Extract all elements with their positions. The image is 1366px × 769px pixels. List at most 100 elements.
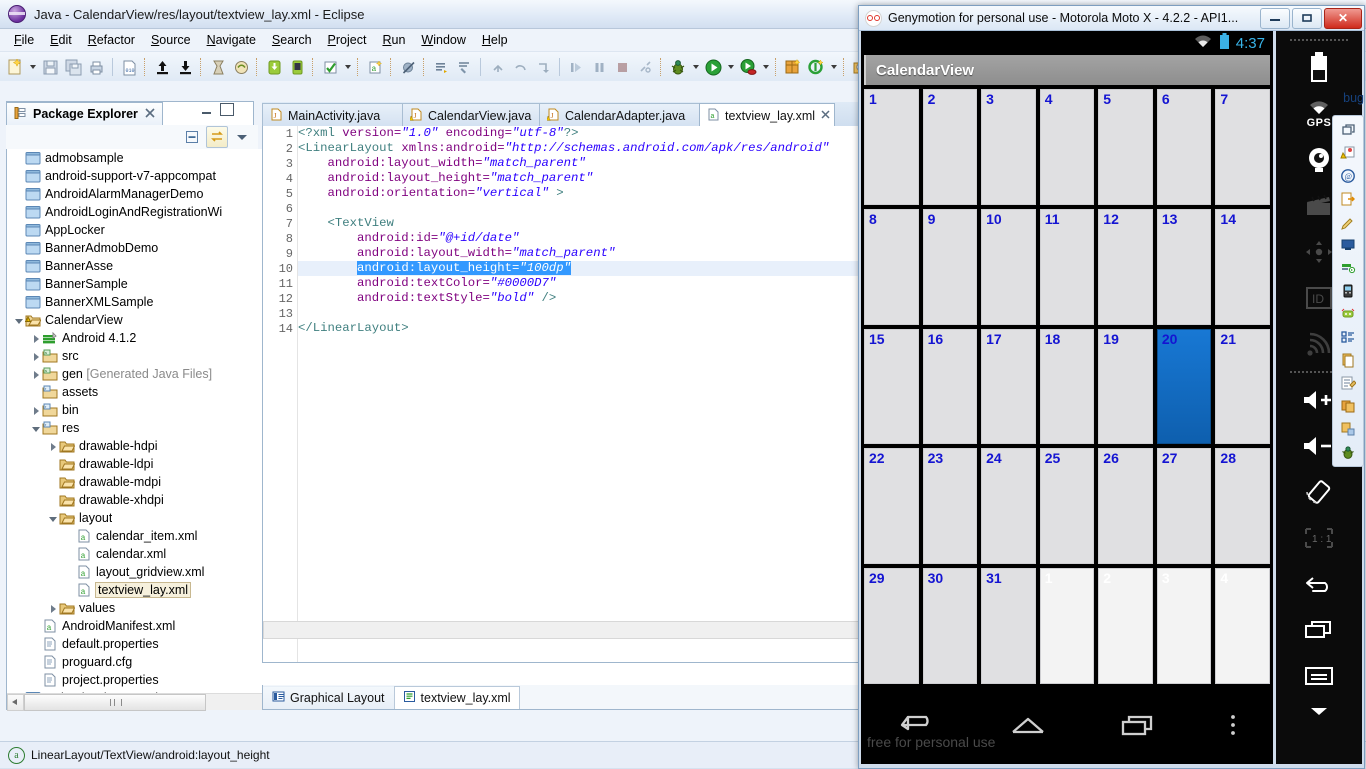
calendar-day-cell[interactable]: 23 (922, 448, 978, 565)
new-java-project-icon[interactable] (805, 56, 827, 78)
tree-expand-arrow[interactable] (48, 513, 59, 524)
calendar-day-cell[interactable]: 21 (1215, 328, 1270, 445)
link-with-editor-icon[interactable] (206, 126, 228, 148)
run-external-tools-icon[interactable] (737, 56, 759, 78)
recents-icon[interactable] (1117, 712, 1161, 741)
new-java-dropdown[interactable] (828, 56, 839, 78)
calendar-day-cell[interactable]: 18 (1039, 328, 1095, 445)
save-icon[interactable] (39, 56, 61, 78)
terminate-icon[interactable] (611, 56, 633, 78)
calendar-day-cell[interactable]: 7 (1215, 89, 1270, 205)
properties-view-icon[interactable] (1338, 350, 1358, 370)
calendar-day-cell[interactable]: 5 (1098, 89, 1153, 205)
menu-item-help[interactable]: Help (474, 31, 516, 49)
battery-widget-icon[interactable] (1291, 45, 1347, 91)
toggle-binary-icon[interactable]: 010 (118, 56, 140, 78)
menu-item-edit[interactable]: Edit (42, 31, 80, 49)
maximize-icon[interactable] (220, 103, 234, 116)
console-view-icon[interactable] (1338, 235, 1358, 255)
android-screen[interactable]: 4:37 CalendarView 1 2 3 4 5 6 7 8 9 10 11 12 13 14 15 1… (861, 31, 1273, 764)
calendar-day-cell[interactable]: 2 (922, 89, 978, 205)
bottom-tab-textview_lay-xml[interactable]: textview_lay.xml (393, 686, 520, 709)
save-all-icon[interactable] (62, 56, 84, 78)
tree-expand-arrow[interactable] (48, 603, 59, 614)
android-download-icon[interactable] (263, 56, 285, 78)
tree-expand-arrow[interactable] (31, 333, 42, 344)
next-annotation-icon[interactable] (486, 56, 508, 78)
minimize-button[interactable] (1260, 7, 1290, 29)
declaration-view-icon[interactable] (1338, 189, 1358, 209)
export-icon[interactable] (151, 56, 173, 78)
calendar-day-cell[interactable]: 22 (864, 448, 919, 565)
view-menu-icon[interactable] (232, 127, 252, 147)
external-tools-dropdown[interactable] (760, 56, 771, 78)
menu-item-file[interactable]: File (6, 31, 42, 49)
print-icon[interactable] (85, 56, 107, 78)
checkmark-dropdown[interactable] (342, 56, 353, 78)
calendar-day-cell[interactable]: 20 (1156, 328, 1212, 445)
close-icon[interactable] (820, 109, 831, 123)
calendar-day-cell[interactable]: 15 (864, 328, 919, 445)
calendar-day-cell[interactable]: 13 (1156, 208, 1212, 325)
last-edit-location-icon[interactable] (532, 56, 554, 78)
calendar-day-cell[interactable]: 29 (864, 568, 919, 684)
editor-tab-textview_lay-xml[interactable]: a textview_lay.xml (699, 103, 835, 127)
close-button[interactable]: ✕ (1324, 7, 1362, 29)
new-wizard-icon[interactable] (4, 56, 26, 78)
calendar-day-cell[interactable]: 24 (981, 448, 1036, 565)
menu-item-run[interactable]: Run (374, 31, 413, 49)
calendar-day-cell[interactable]: 19 (1098, 328, 1153, 445)
import-icon[interactable] (174, 56, 196, 78)
previous-annotation-icon[interactable] (509, 56, 531, 78)
close-icon[interactable] (144, 107, 156, 122)
run-icon[interactable] (702, 56, 724, 78)
calendar-day-cell[interactable]: 31 (981, 568, 1036, 684)
calendar-day-cell[interactable]: 28 (1215, 448, 1270, 565)
tree-expand-arrow[interactable] (31, 423, 42, 434)
overflow-menu-icon[interactable] (1226, 711, 1240, 742)
calendar-day-cell[interactable]: 2 (1098, 568, 1153, 684)
disconnect-icon[interactable] (634, 56, 656, 78)
zoom-one-to-one-icon[interactable]: 1 : 1 (1291, 515, 1347, 561)
checkmark-icon[interactable] (319, 56, 341, 78)
tree-expand-arrow[interactable] (31, 369, 42, 380)
hierarchy-view-icon[interactable] (1338, 419, 1358, 439)
new-wizard-dropdown[interactable] (27, 56, 38, 78)
calendar-day-cell[interactable]: 16 (922, 328, 978, 445)
recents-icon[interactable] (1291, 607, 1347, 653)
tree-expand-arrow[interactable] (31, 351, 42, 362)
calendar-day-cell[interactable]: 10 (981, 208, 1036, 325)
tree-expand-arrow[interactable] (31, 405, 42, 416)
package-explorer-tab[interactable]: Package Explorer (6, 102, 163, 125)
scroll-left-arrow[interactable] (7, 694, 24, 711)
back-icon[interactable] (1291, 561, 1347, 607)
outline-view-icon[interactable] (1338, 327, 1358, 347)
logcat-view-icon[interactable] (1338, 258, 1358, 278)
restore-view-icon[interactable] (1338, 120, 1358, 140)
calendar-day-cell[interactable]: 1 (864, 89, 919, 205)
editor-tab-calendaradapter-java[interactable]: J CalendarAdapter.java (539, 103, 715, 127)
menu-item-search[interactable]: Search (264, 31, 320, 49)
calendar-day-cell[interactable]: 17 (981, 328, 1036, 445)
editor-tab-calendarview-java[interactable]: J CalendarView.java (402, 103, 555, 127)
home-icon[interactable] (1005, 712, 1051, 741)
calendar-grid[interactable]: 1 2 3 4 5 6 7 8 9 10 11 12 13 14 15 16 17 18 19 20 21 22 23 24 2… (864, 89, 1270, 684)
tasks-view-icon[interactable] (1338, 373, 1358, 393)
calendar-day-cell[interactable]: 25 (1039, 448, 1095, 565)
tree-expand-arrow[interactable] (48, 441, 59, 452)
calendar-day-cell[interactable]: 6 (1156, 89, 1212, 205)
skip-breakpoints-icon[interactable] (397, 56, 419, 78)
calendar-day-cell[interactable]: 27 (1156, 448, 1212, 565)
android-avd-manager-icon[interactable] (230, 56, 252, 78)
android-device-icon[interactable] (286, 56, 308, 78)
android-lint-icon[interactable] (453, 56, 475, 78)
menu-item-project[interactable]: Project (320, 31, 375, 49)
debug-icon[interactable] (667, 56, 689, 78)
calendar-day-cell[interactable]: 3 (1156, 568, 1212, 684)
calendar-day-cell[interactable]: 4 (1215, 568, 1270, 684)
debug-perspective-icon[interactable] (1338, 442, 1358, 462)
menu-item-navigate[interactable]: Navigate (199, 31, 264, 49)
rotate-icon[interactable] (1291, 469, 1347, 515)
android-emulator-icon[interactable] (1338, 304, 1358, 324)
calendar-day-cell[interactable]: 11 (1039, 208, 1095, 325)
